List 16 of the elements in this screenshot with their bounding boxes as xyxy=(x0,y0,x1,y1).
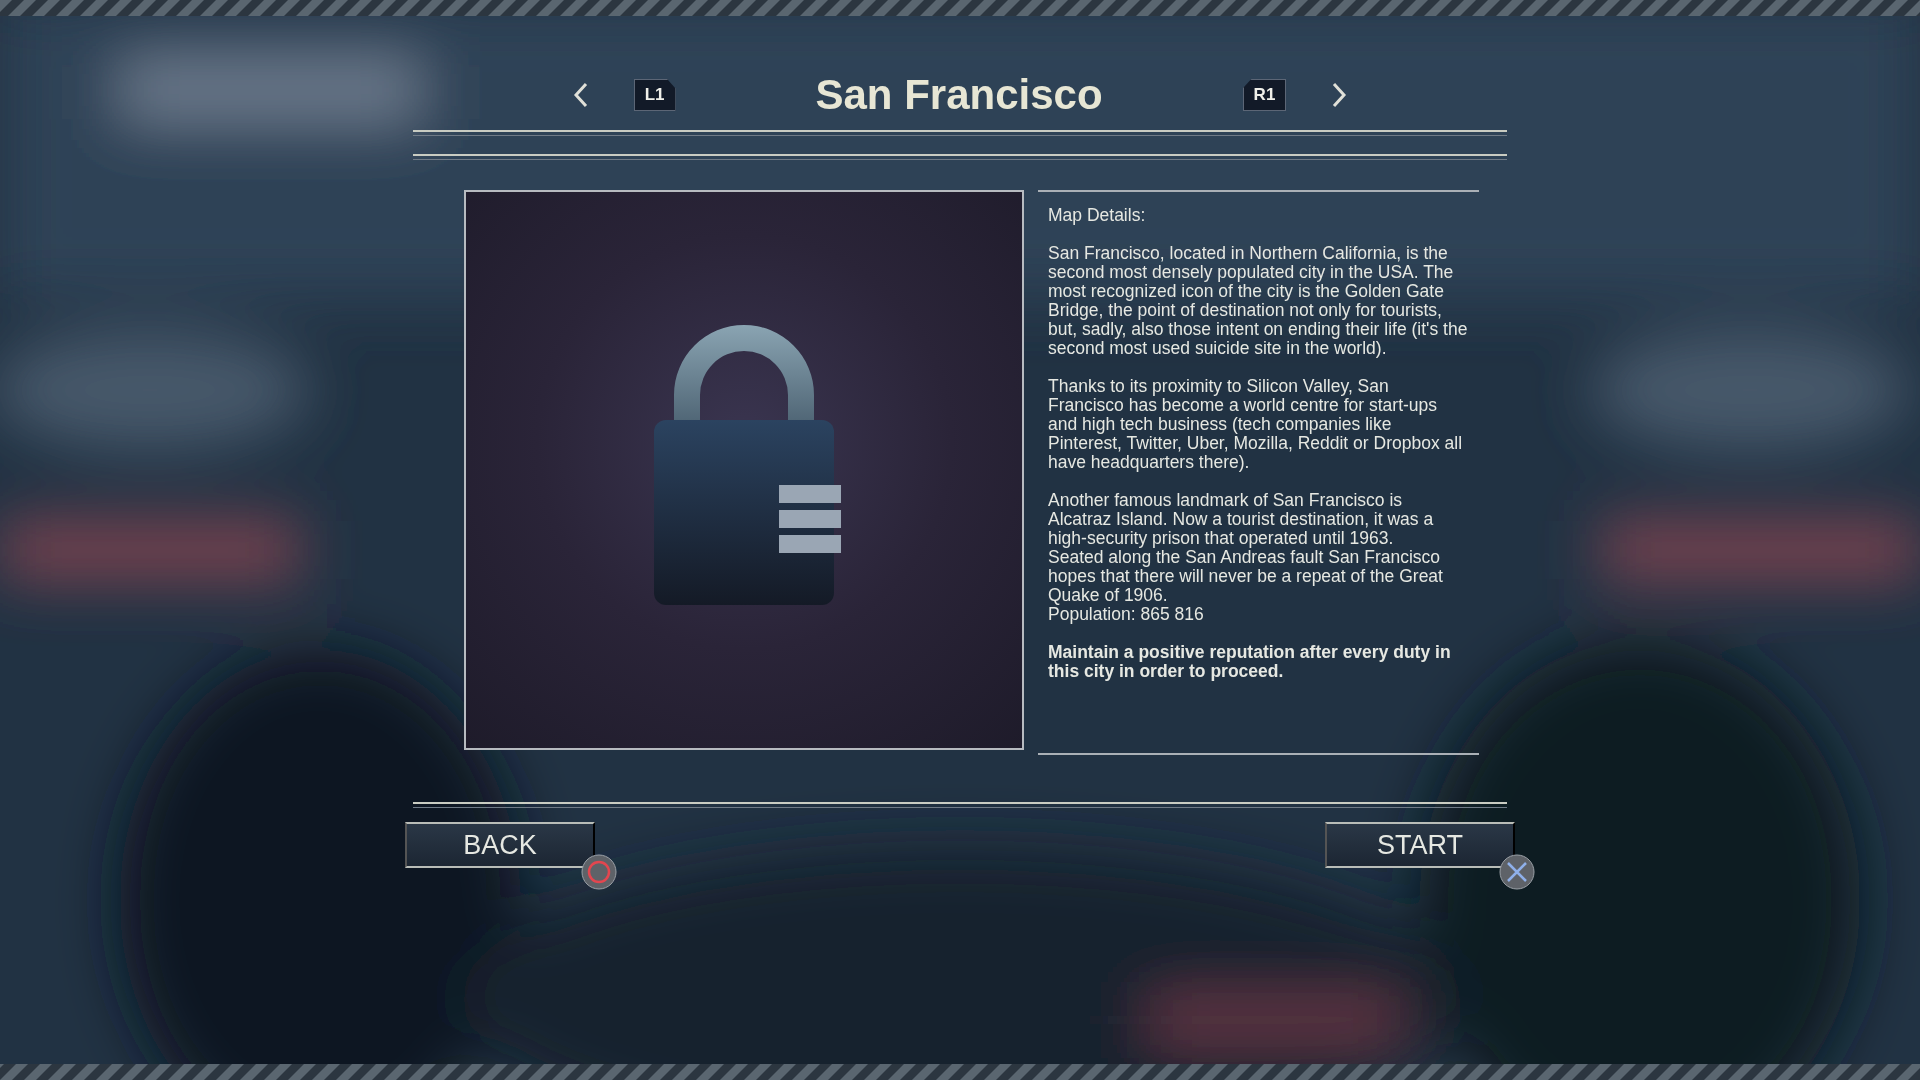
circle-icon xyxy=(581,854,617,890)
details-heading: Map Details: xyxy=(1048,206,1147,225)
back-button[interactable]: BACK xyxy=(405,822,595,868)
start-button[interactable]: START xyxy=(1325,822,1515,868)
requirement-text: Maintain a positive reputation after every duty in this city in order to proceed. xyxy=(1048,643,1452,681)
city-title: San Francisco xyxy=(815,71,1103,119)
chevron-right-icon[interactable] xyxy=(1330,81,1349,109)
cross-icon xyxy=(1499,854,1535,890)
paragraph: Population: 865 816 xyxy=(1048,605,1205,624)
key-hint: R1 xyxy=(1242,79,1287,111)
paragraph: Seated along the San Andreas fault San Francisco hopes that there will never be a repeat of the Great Quake of 1906. xyxy=(1048,548,1444,605)
paragraph: Thanks to its proximity to Silicon Valley, San Francisco has become a world centre for start-ups and high tech business (tech companies like Pinterest, Twitter, Uber, Mozilla, Reddit or Dropbox all have headquarters there). xyxy=(1048,377,1464,472)
chevron-left-icon[interactable] xyxy=(571,81,590,109)
paragraph: San Francisco, located in Northern California, is the second most densely populated city in the USA. The most recognized icon of the city is the Golden Gate Bridge, the point of destination not only for tourists, but, sadly, also those intent on ending their life (it's the second most used suicide site in the world). xyxy=(1048,244,1469,358)
paragraph: Another famous landmark of San Francisco is Alcatraz Island. Now a tourist destination, it was a high-security prison that operated until 1963. xyxy=(1048,491,1435,548)
key-hint: L1 xyxy=(633,79,676,111)
